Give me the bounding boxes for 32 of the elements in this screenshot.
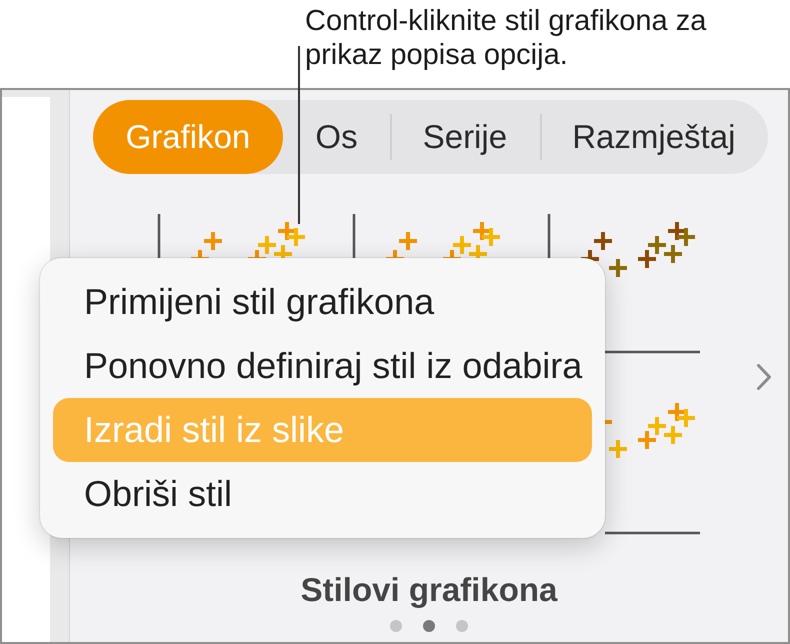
plus-marker (646, 234, 668, 256)
axis-line (548, 214, 550, 258)
menu-item[interactable]: Ponovno definiraj stil iz odabira (53, 334, 592, 398)
menu-item[interactable]: Primijeni stil grafikona (53, 270, 592, 334)
axis-line (158, 214, 160, 258)
plus-marker (607, 438, 629, 460)
plus-marker (480, 226, 502, 248)
plus-marker (646, 415, 668, 437)
tab[interactable]: Os (282, 100, 390, 174)
plus-marker (636, 429, 658, 451)
axis-line (352, 214, 356, 258)
plus-marker (256, 234, 278, 256)
page-dot[interactable] (423, 620, 435, 632)
page-dot[interactable] (390, 620, 402, 632)
plus-marker (202, 230, 224, 252)
menu-item[interactable]: Obriši stil (53, 462, 592, 526)
tab[interactable]: Razmještaj (540, 100, 768, 174)
plus-marker (662, 243, 684, 265)
plus-marker (662, 424, 684, 446)
chevron-right-icon[interactable] (757, 364, 771, 390)
page-dot[interactable] (456, 620, 468, 632)
plus-marker (675, 226, 697, 248)
plus-marker (592, 230, 614, 252)
section-title: Stilovi grafikona (300, 570, 558, 610)
plus-marker (451, 234, 473, 256)
callout-text: Control-kliknite stil grafikona za prikaz popisa opcija. (305, 4, 708, 72)
plus-marker (675, 407, 697, 429)
tab[interactable]: Serije (390, 100, 540, 174)
plus-marker (636, 248, 658, 270)
plus-marker (397, 230, 419, 252)
plus-marker (607, 257, 629, 279)
plus-marker (285, 226, 307, 248)
